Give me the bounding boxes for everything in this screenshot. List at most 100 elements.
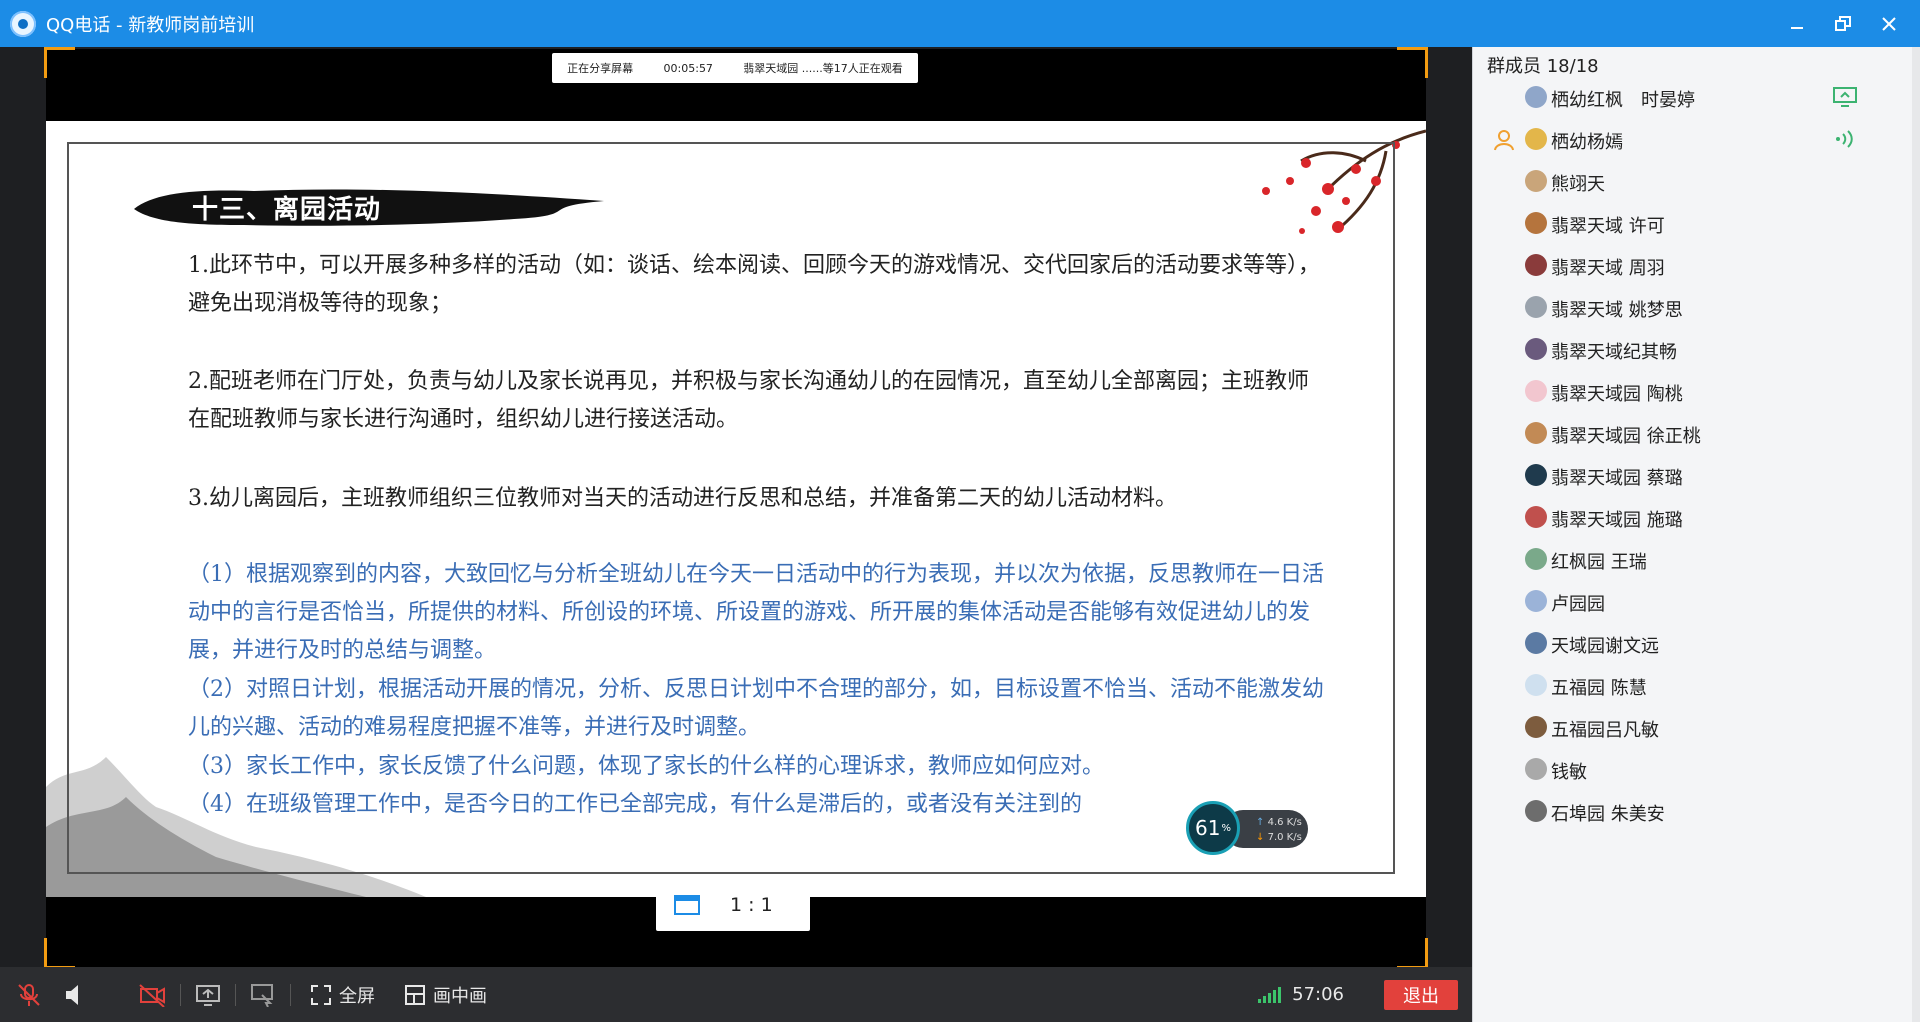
- member-item[interactable]: 卢园园: [1473, 582, 1920, 622]
- close-icon: [1882, 16, 1896, 31]
- member-name: 栖幼杨嫣: [1551, 132, 1623, 153]
- exit-call-button[interactable]: 退出: [1384, 980, 1458, 1010]
- member-name: 翡翠天域 姚梦思: [1551, 300, 1683, 321]
- fullscreen-button[interactable]: 全屏: [311, 982, 375, 1008]
- member-name: 钱敏: [1551, 762, 1587, 783]
- member-panel: 群成员 18/18 栖幼红枫 时晏婷 栖幼杨嫣 熊翊天 翡翠天域 许可 翡翠天域 周羽翡…: [1472, 47, 1920, 1022]
- share-status-label: 正在分享屏幕: [567, 62, 634, 75]
- network-usage-circle: 61%: [1186, 801, 1240, 855]
- share-screen-icon: [196, 984, 220, 1006]
- toolbar-divider: [180, 983, 181, 1006]
- network-speed-widget[interactable]: ↑ 4.6 K/s ↓ 7.0 K/s 61%: [1186, 801, 1308, 855]
- member-name: 翡翠天域纪其畅: [1551, 342, 1677, 363]
- download-arrow-icon: ↓: [1256, 832, 1265, 843]
- network-percent: 61: [1195, 816, 1221, 840]
- slide-paragraph-3: 3.幼儿离园后，主班教师组织三位教师对当天的活动进行反思和总结，并准备第二天的幼…: [188, 486, 1177, 511]
- presentation-slide: 十三、离园活动 1.此环节中，可以开展多种多样的活动（如：谈话、绘本阅读、回顾今…: [46, 121, 1426, 897]
- speaker-icon: [66, 984, 78, 1005]
- member-avatar: [1525, 506, 1547, 528]
- close-button[interactable]: [1866, 4, 1912, 44]
- screen-share-area: 正在分享屏幕 00:05:57 翡翠天域园 ......等17人正在观看 十三、…: [0, 47, 1472, 969]
- member-avatar: [1525, 212, 1547, 234]
- slide-paragraph-1: 1.此环节中，可以开展多种多样的活动（如：谈话、绘本阅读、回顾今天的游戏情况、交…: [188, 253, 1320, 316]
- member-item[interactable]: 翡翠天域 周羽: [1473, 246, 1920, 286]
- remote-control-icon: [251, 983, 273, 1007]
- member-name: 翡翠天域园 徐正桃: [1551, 426, 1701, 447]
- call-duration: 57:06: [1292, 984, 1344, 1005]
- call-timer: 57:06: [1258, 967, 1344, 1022]
- fullscreen-label: 全屏: [339, 985, 375, 1007]
- member-name: 翡翠天域园 陶桃: [1551, 384, 1683, 405]
- slide-paragraph-2: 2.配班老师在门厅处，负责与幼儿及家长说再见，并积极与家长沟通幼儿的在园情况，直…: [188, 369, 1309, 432]
- member-item[interactable]: 钱敏: [1473, 750, 1920, 790]
- share-viewers: 翡翠天域园 ......等17人正在观看: [743, 62, 903, 75]
- member-item[interactable]: 翡翠天域园 陶桃: [1473, 372, 1920, 412]
- slide-subpoint-2: （2）对照日计划，根据活动开展的情况，分析、反思日计划中不合理的部分，如，目标设…: [188, 677, 1325, 740]
- rate-unit: K/s: [1286, 817, 1302, 828]
- fullscreen-icon: [311, 984, 331, 1005]
- window-title: QQ电话 - 新教师岗前培训: [46, 14, 255, 36]
- toolbar-divider: [235, 983, 236, 1006]
- slide-heading: 十三、离园活动: [192, 195, 382, 225]
- member-item[interactable]: 五福园吕凡敏: [1473, 708, 1920, 748]
- slide-subpoint-3: （3）家长工作中，家长反馈了什么问题，体现了家长的什么样的心理诉求，教师应如何应…: [188, 754, 1105, 779]
- member-avatar: [1525, 338, 1547, 360]
- member-name: 卢园园: [1551, 594, 1605, 615]
- picture-in-picture-label: 画中画: [433, 985, 487, 1007]
- slide-subpoint-4: （4）在班级管理工作中，是否今日的工作已全部完成，有什么是滞后的，或者没有关注到…: [188, 792, 1083, 817]
- member-item[interactable]: 熊翊天: [1473, 162, 1920, 202]
- member-avatar: [1525, 254, 1547, 276]
- zoom-ratio-label: 1 : 1: [730, 894, 773, 916]
- member-item[interactable]: 栖幼杨嫣: [1473, 120, 1920, 160]
- member-item[interactable]: 红枫园 王瑞: [1473, 540, 1920, 580]
- window-controls: [1774, 0, 1912, 47]
- minimize-button[interactable]: [1774, 4, 1820, 44]
- mic-toggle-button[interactable]: [16, 982, 42, 1008]
- member-item[interactable]: 栖幼红枫 时晏婷: [1473, 78, 1920, 118]
- member-list-scrollbar[interactable]: [1912, 47, 1920, 1022]
- shared-screen[interactable]: 正在分享屏幕 00:05:57 翡翠天域园 ......等17人正在观看 十三、…: [44, 47, 1428, 969]
- camera-toggle-button[interactable]: [138, 983, 166, 1007]
- restore-icon: [1835, 15, 1851, 31]
- screen-sharing-icon: [1833, 87, 1857, 107]
- qq-logo-icon: [10, 10, 36, 37]
- member-avatar: [1525, 296, 1547, 318]
- member-item[interactable]: 翡翠天域纪其畅: [1473, 330, 1920, 370]
- member-name: 翡翠天域园 施璐: [1551, 510, 1683, 531]
- speaking-icon: [1836, 130, 1853, 148]
- member-avatar: [1525, 758, 1547, 780]
- member-name: 红枫园 王瑞: [1551, 552, 1647, 573]
- picture-in-picture-icon: [405, 984, 425, 1005]
- zoom-ratio-button[interactable]: 1 : 1: [656, 879, 810, 931]
- member-avatar: [1525, 86, 1547, 108]
- member-count-header: 群成员 18/18: [1487, 56, 1599, 77]
- member-item[interactable]: 翡翠天域园 施璐: [1473, 498, 1920, 538]
- member-avatar: [1525, 716, 1547, 738]
- network-percent-unit: %: [1221, 822, 1231, 834]
- member-item[interactable]: 翡翠天域 姚梦思: [1473, 288, 1920, 328]
- minimize-icon: [1791, 26, 1803, 29]
- speaker-button[interactable]: [64, 983, 86, 1007]
- frame-corner: [1397, 47, 1428, 78]
- window-ratio-icon: [674, 895, 700, 915]
- member-item[interactable]: 天域园谢文远: [1473, 624, 1920, 664]
- signal-strength-icon: [1258, 986, 1282, 1003]
- restore-button[interactable]: [1820, 4, 1866, 44]
- toolbar-divider: [290, 983, 291, 1006]
- member-item[interactable]: 翡翠天域园 蔡璐: [1473, 456, 1920, 496]
- member-item[interactable]: 翡翠天域园 徐正桃: [1473, 414, 1920, 454]
- member-item[interactable]: 五福园 陈慧: [1473, 666, 1920, 706]
- member-avatar: [1525, 422, 1547, 444]
- member-name: 翡翠天域 许可: [1551, 216, 1665, 237]
- member-item[interactable]: 翡翠天域 许可: [1473, 204, 1920, 244]
- member-avatar: [1525, 548, 1547, 570]
- member-item[interactable]: 石埠园 朱美安: [1473, 792, 1920, 832]
- share-screen-button[interactable]: [195, 983, 221, 1007]
- member-name: 五福园吕凡敏: [1551, 720, 1659, 741]
- frame-corner: [44, 47, 75, 78]
- member-avatar: [1525, 632, 1547, 654]
- picture-in-picture-button[interactable]: 画中画: [405, 982, 487, 1008]
- remote-control-button[interactable]: [250, 983, 276, 1007]
- member-avatar: [1525, 170, 1547, 192]
- mic-muted-icon: [18, 983, 40, 1006]
